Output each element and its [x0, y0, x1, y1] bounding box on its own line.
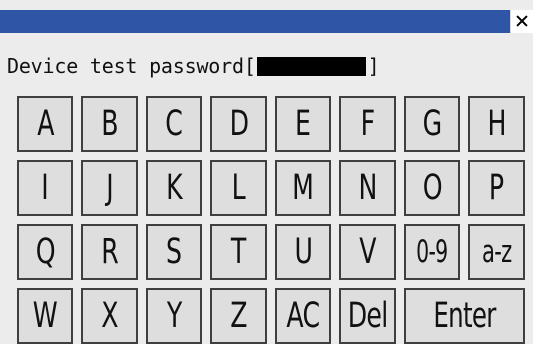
- key-f-label: F: [360, 104, 376, 144]
- password-close-bracket: ]: [367, 54, 380, 78]
- key-a[interactable]: A: [17, 96, 73, 152]
- key-b[interactable]: B: [81, 96, 138, 152]
- key-n-label: N: [358, 168, 377, 208]
- all-clear-key[interactable]: AC: [275, 288, 331, 344]
- key-w-label: W: [32, 296, 58, 336]
- key-j-label: J: [106, 168, 113, 208]
- key-s[interactable]: S: [146, 224, 202, 280]
- key-e-label: E: [295, 104, 311, 144]
- key-e[interactable]: E: [275, 96, 331, 152]
- key-r[interactable]: R: [81, 224, 138, 280]
- key-a-label: A: [36, 104, 54, 144]
- key-o[interactable]: O: [404, 160, 460, 216]
- key-z-label: Z: [230, 296, 247, 336]
- numeric-mode-key[interactable]: 0-9: [404, 224, 460, 280]
- key-o-label: O: [422, 168, 442, 208]
- key-r-label: R: [101, 232, 119, 272]
- key-s-label: S: [166, 232, 182, 272]
- key-w[interactable]: W: [17, 288, 73, 344]
- key-f[interactable]: F: [339, 96, 396, 152]
- key-v[interactable]: V: [339, 224, 396, 280]
- enter-key[interactable]: Enter: [404, 288, 525, 344]
- key-v-label: V: [359, 232, 376, 272]
- key-z[interactable]: Z: [210, 288, 267, 344]
- all-clear-label: AC: [286, 296, 321, 336]
- key-k-label: K: [166, 168, 183, 208]
- key-i-label: I: [41, 168, 49, 208]
- key-m[interactable]: M: [275, 160, 331, 216]
- key-p[interactable]: P: [468, 160, 525, 216]
- key-h[interactable]: H: [468, 96, 525, 152]
- key-u-label: U: [294, 232, 312, 272]
- key-p-label: P: [489, 168, 504, 208]
- key-h-label: H: [487, 104, 506, 144]
- password-label: Device test password[: [7, 54, 256, 78]
- device-test-password-window: Device test password[ ] A B C D E F G H …: [0, 0, 533, 344]
- key-g[interactable]: G: [404, 96, 460, 152]
- key-t-label: T: [231, 232, 246, 272]
- key-g-label: G: [422, 104, 443, 144]
- key-q[interactable]: Q: [17, 224, 73, 280]
- key-q-label: Q: [35, 232, 55, 272]
- key-b-label: B: [101, 104, 118, 144]
- key-x[interactable]: X: [81, 288, 138, 344]
- key-j[interactable]: J: [81, 160, 138, 216]
- key-t[interactable]: T: [210, 224, 267, 280]
- password-row: Device test password[ ]: [7, 49, 381, 83]
- keyboard: A B C D E F G H I J K L M N O P Q R S T …: [6, 91, 527, 344]
- key-d-label: D: [229, 104, 248, 144]
- delete-key[interactable]: Del: [339, 288, 396, 344]
- key-k[interactable]: K: [146, 160, 202, 216]
- key-c[interactable]: C: [146, 96, 202, 152]
- key-y[interactable]: Y: [146, 288, 202, 344]
- key-i[interactable]: I: [17, 160, 73, 216]
- key-y-label: Y: [166, 296, 182, 336]
- key-u[interactable]: U: [275, 224, 331, 280]
- password-field[interactable]: [256, 56, 366, 76]
- close-icon[interactable]: [510, 10, 533, 33]
- delete-label: Del: [347, 296, 388, 336]
- key-m-label: M: [292, 168, 314, 208]
- key-l-label: L: [231, 168, 246, 208]
- key-d[interactable]: D: [210, 96, 267, 152]
- numeric-mode-label: 0-9: [416, 234, 448, 270]
- key-x-label: X: [101, 296, 118, 336]
- enter-label: Enter: [433, 296, 496, 336]
- lowercase-mode-key[interactable]: a-z: [468, 224, 525, 280]
- lowercase-mode-label: a-z: [481, 234, 512, 270]
- title-bar: [0, 10, 533, 33]
- key-n[interactable]: N: [339, 160, 396, 216]
- key-c-label: C: [165, 104, 184, 144]
- key-l[interactable]: L: [210, 160, 267, 216]
